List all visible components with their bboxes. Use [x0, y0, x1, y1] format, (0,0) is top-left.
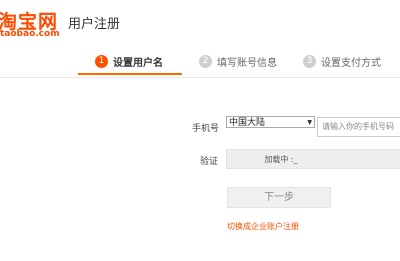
phone-label: 手机号 — [192, 124, 220, 134]
step-account-info: 2 填写账号信息 — [199, 47, 277, 76]
country-select[interactable]: 中国大陆 ▼ — [226, 116, 315, 128]
logo-domain: taobao.com — [0, 29, 60, 39]
step-label-2: 填写账号信息 — [217, 58, 277, 69]
active-step-underline — [78, 73, 182, 75]
step-set-username: 1 设置用户名 — [95, 47, 163, 76]
step-number-1: 1 — [95, 55, 108, 68]
step-label-3: 设置支付方式 — [321, 58, 381, 69]
chevron-down-icon: ▼ — [307, 119, 312, 126]
step-payment-method: 3 设置支付方式 — [303, 47, 381, 76]
verify-label: 验证 — [200, 157, 219, 167]
step-number-3: 3 — [303, 55, 316, 68]
progress-steps: 1 设置用户名 2 填写账号信息 3 设置支付方式 — [0, 47, 400, 78]
step-number-2: 2 — [199, 55, 212, 68]
country-select-value: 中国大陆 — [229, 118, 266, 128]
next-button[interactable]: 下一步 — [227, 187, 331, 208]
phone-input[interactable]: 请输入你的手机号码 — [317, 117, 400, 137]
header: 淘宝网 taobao.com 用户注册 — [0, 0, 400, 47]
taobao-logo[interactable]: 淘宝网 taobao.com — [0, 7, 62, 39]
switch-to-business-link[interactable]: 切换成企业账户注册 — [227, 221, 299, 232]
captcha-slider[interactable]: 加载中 :_ — [226, 149, 400, 169]
page-title: 用户注册 — [68, 17, 121, 32]
step-label-1: 设置用户名 — [113, 58, 163, 69]
